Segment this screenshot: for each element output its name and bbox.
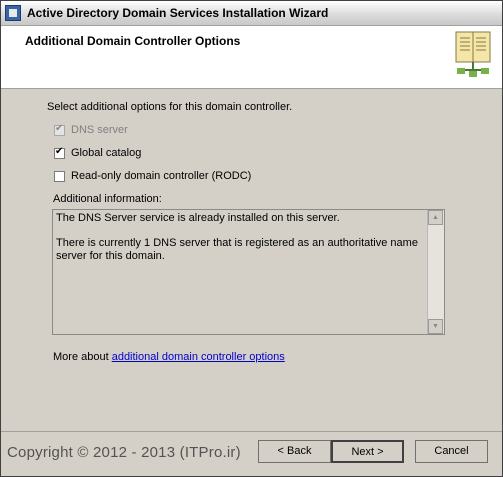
- global-catalog-label: Global catalog: [71, 147, 142, 159]
- dns-server-label: DNS server: [71, 124, 128, 136]
- info-line-1: The DNS Server service is already instal…: [56, 212, 340, 224]
- vertical-scrollbar[interactable]: ▲ ▼: [427, 210, 444, 334]
- more-options-link[interactable]: additional domain controller options: [112, 351, 285, 363]
- more-about-row: More about additional domain controller …: [53, 351, 285, 363]
- options-prompt: Select additional options for this domai…: [47, 101, 293, 113]
- copyright-watermark: Copyright © 2012 - 2013 (ITPro.ir): [7, 444, 241, 461]
- cancel-button[interactable]: Cancel: [415, 440, 488, 463]
- rodc-label: Read-only domain controller (RODC): [71, 170, 252, 182]
- wizard-header: Additional Domain Controller Options: [1, 26, 502, 89]
- wizard-content: Select additional options for this domai…: [1, 89, 502, 429]
- rodc-checkbox[interactable]: [54, 171, 65, 182]
- scroll-down-icon[interactable]: ▼: [428, 319, 443, 334]
- directory-book-icon: [455, 31, 491, 77]
- dns-server-checkbox[interactable]: [54, 123, 65, 136]
- app-icon: [5, 5, 21, 21]
- next-button[interactable]: Next >: [331, 440, 404, 463]
- back-button[interactable]: < Back: [258, 440, 331, 463]
- scroll-up-icon[interactable]: ▲: [428, 210, 443, 225]
- title-bar[interactable]: Active Directory Domain Services Install…: [1, 1, 502, 26]
- page-title: Additional Domain Controller Options: [25, 34, 241, 48]
- more-about-prefix: More about: [53, 351, 112, 363]
- additional-info-textbox[interactable]: The DNS Server service is already instal…: [52, 209, 445, 335]
- info-text: The DNS Server service is already instal…: [56, 212, 424, 275]
- wizard-window: Active Directory Domain Services Install…: [0, 0, 503, 477]
- footer-divider: [1, 431, 502, 432]
- info-line-2: There is currently 1 DNS server that is …: [56, 237, 418, 262]
- additional-info-label: Additional information:: [53, 193, 162, 205]
- window-title: Active Directory Domain Services Install…: [27, 6, 329, 20]
- global-catalog-checkbox[interactable]: [54, 146, 65, 159]
